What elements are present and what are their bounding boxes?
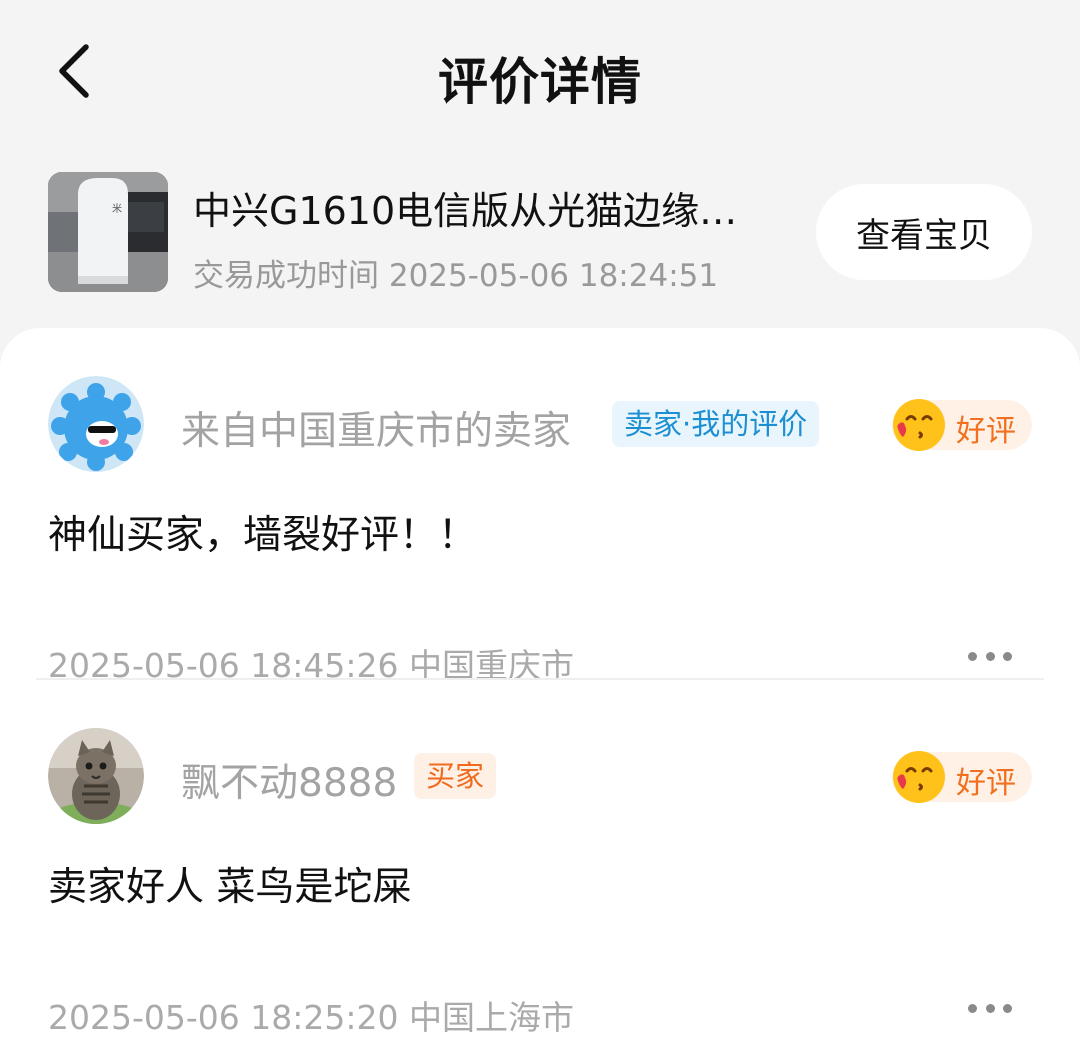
- avatar[interactable]: [48, 728, 144, 824]
- review-item: 飘不动8888 买家 好评 卖家好人 菜鸟是坨屎 2025-05-06 18:2…: [48, 728, 1032, 1037]
- trade-time: 交易成功时间 2025-05-06 18:24:51: [193, 258, 719, 294]
- review-content: 卖家好人 菜鸟是坨屎: [48, 865, 412, 910]
- avatar[interactable]: [48, 376, 144, 472]
- more-options-button[interactable]: [968, 644, 1012, 668]
- role-tag: 卖家·我的评价: [612, 401, 820, 447]
- product-summary[interactable]: 米 中兴G1610电信版从光猫边缘… 交易成功时间 2025-05-06 18:…: [48, 172, 1032, 294]
- product-thumbnail[interactable]: 米: [48, 172, 168, 292]
- blue-mascot-avatar: [48, 376, 144, 472]
- rating-label: 好评: [956, 766, 1016, 801]
- dot-icon: [968, 1003, 977, 1013]
- dot-icon: [1003, 1003, 1012, 1013]
- role-tag: 买家: [414, 753, 497, 799]
- router-image: 米: [48, 172, 168, 292]
- more-options-button[interactable]: [968, 996, 1012, 1020]
- svg-text:米: 米: [112, 202, 122, 215]
- review-meta: 2025-05-06 18:25:20 中国上海市: [48, 998, 574, 1037]
- view-item-button[interactable]: 查看宝贝: [816, 184, 1032, 280]
- rating-badge: 好评: [892, 751, 1032, 803]
- review-content: 神仙买家，墙裂好评！！: [48, 513, 478, 558]
- rating-label: 好评: [956, 414, 1016, 449]
- dot-icon: [1003, 651, 1012, 661]
- dot-icon: [968, 651, 977, 661]
- smile-kiss-emoji-icon: [893, 399, 945, 451]
- review-item: 来自中国重庆市的卖家 卖家·我的评价 好评 神仙买家，墙裂好评！！ 2025-0…: [48, 376, 1032, 685]
- product-title[interactable]: 中兴G1610电信版从光猫边缘…: [193, 180, 793, 235]
- review-detail-page: 评价详情 米 中兴G1610电信版从光猫边缘… 交易成功时间 2025-05-0…: [0, 0, 1080, 1045]
- rating-badge: 好评: [892, 399, 1032, 451]
- dot-icon: [985, 651, 995, 661]
- username[interactable]: 来自中国重庆市的卖家: [181, 400, 571, 456]
- username[interactable]: 飘不动8888: [181, 752, 397, 808]
- cat-photo-avatar: [48, 728, 144, 824]
- header: 评价详情: [0, 0, 1080, 150]
- reviews-card: 来自中国重庆市的卖家 卖家·我的评价 好评 神仙买家，墙裂好评！！ 2025-0…: [0, 328, 1080, 1045]
- divider: [36, 678, 1044, 680]
- smile-kiss-emoji-icon: [893, 751, 945, 803]
- page-title: 评价详情: [438, 53, 642, 111]
- dot-icon: [985, 1003, 995, 1013]
